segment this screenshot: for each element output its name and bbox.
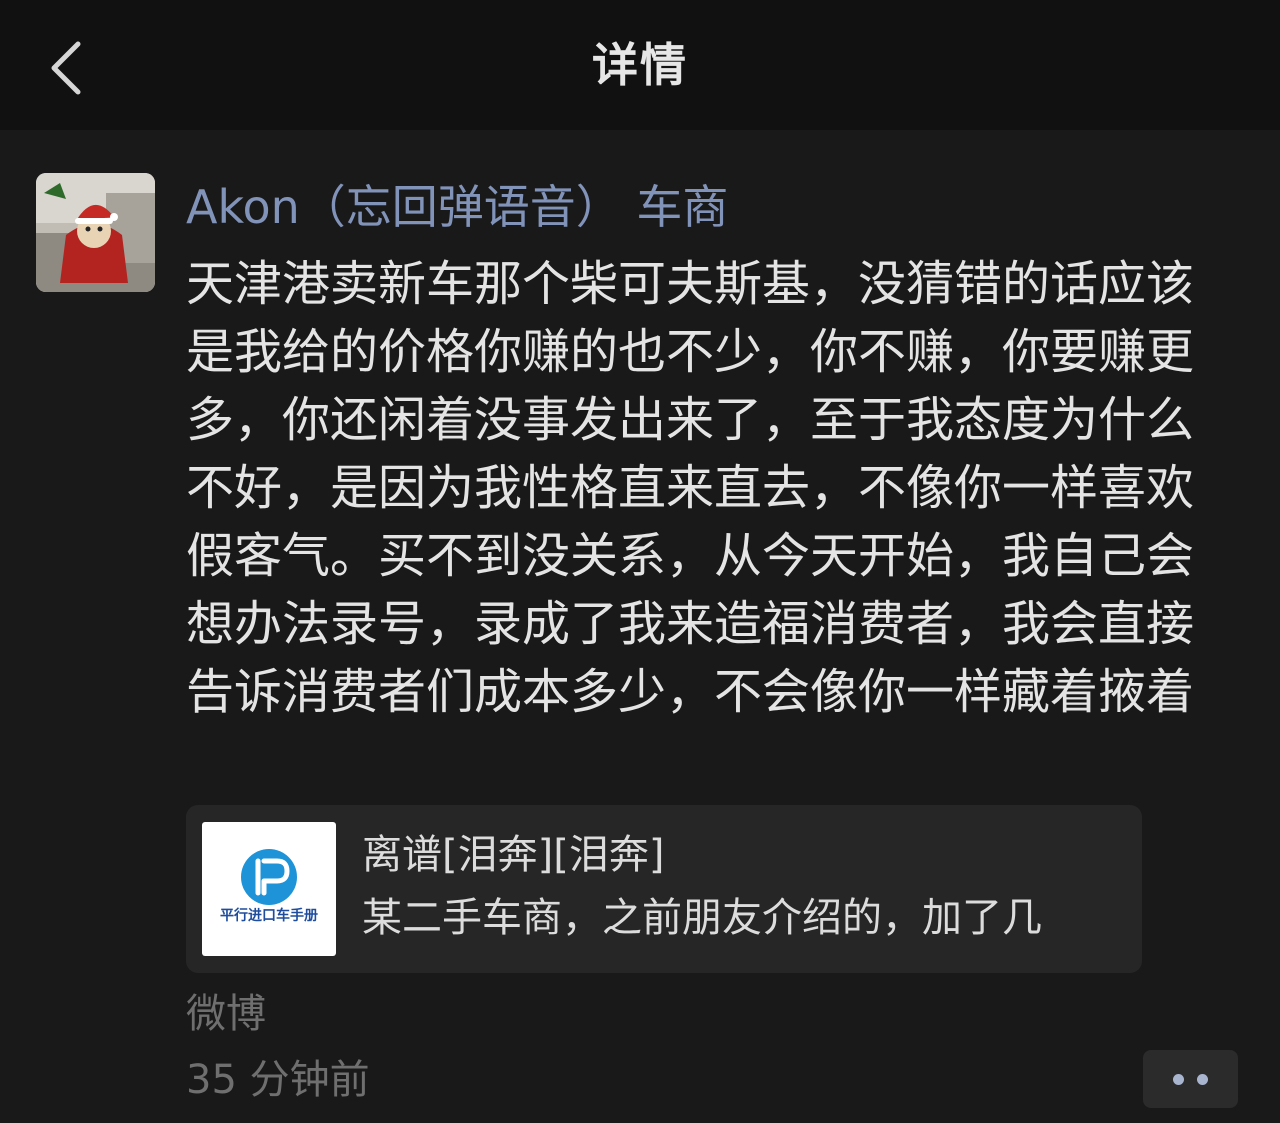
post-source: 微博: [186, 991, 266, 1037]
card-description: 某二手车商，之前朋友介绍的，加了几: [362, 895, 1042, 941]
more-options-button[interactable]: [1143, 1050, 1238, 1108]
brand-logo-icon: [241, 849, 297, 905]
post-text: 天津港卖新车那个柴可夫斯基，没猜错的话应该是我给的价格你赚的也不少，你不赚，你要…: [186, 256, 1195, 720]
post-timestamp: 35 分钟前: [186, 1057, 370, 1103]
card-title: 离谱[泪奔][泪奔]: [362, 832, 665, 878]
card-thumbnail: 平行进口车手册: [202, 822, 336, 956]
page-title: 详情: [592, 38, 688, 92]
more-dots-icon: [1197, 1074, 1208, 1085]
card-brand-text: 平行进口车手册: [220, 908, 318, 924]
avatar[interactable]: [36, 173, 155, 292]
top-nav-bar: 详情: [0, 0, 1280, 130]
author-name[interactable]: Akon（忘回弹语音） 车商: [186, 176, 1226, 238]
more-dots-icon: [1173, 1074, 1184, 1085]
shared-post-card[interactable]: 平行进口车手册 离谱[泪奔][泪奔] 某二手车商，之前朋友介绍的，加了几: [186, 805, 1142, 973]
avatar-photo: [36, 173, 155, 292]
